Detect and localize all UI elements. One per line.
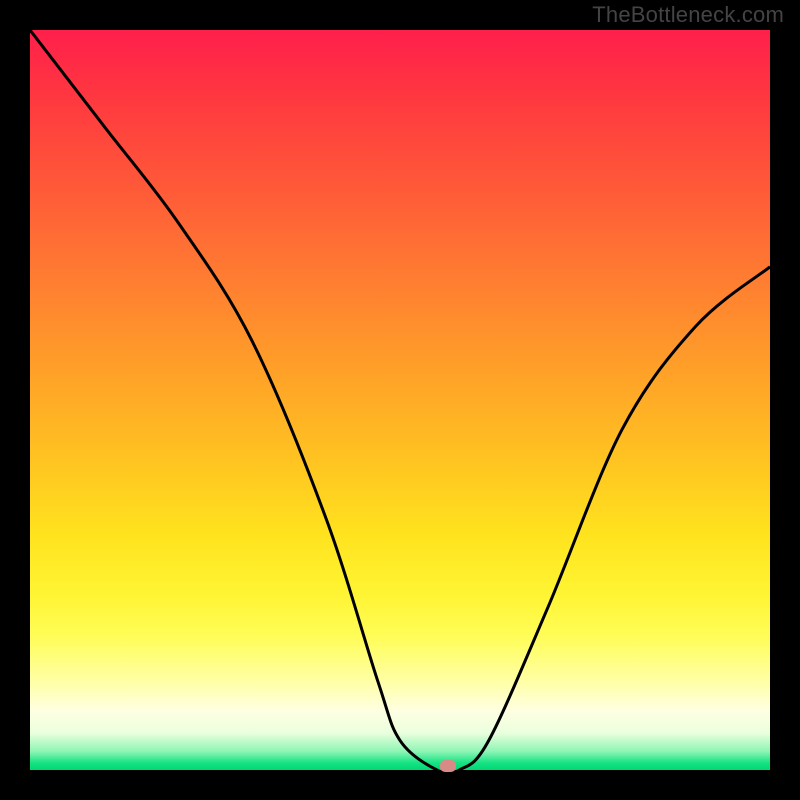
highlight-marker — [440, 760, 456, 772]
chart-frame: TheBottleneck.com — [0, 0, 800, 800]
bottleneck-curve — [30, 30, 770, 770]
plot-area — [30, 30, 770, 770]
curve-path — [30, 30, 770, 770]
watermark-text: TheBottleneck.com — [592, 2, 784, 28]
